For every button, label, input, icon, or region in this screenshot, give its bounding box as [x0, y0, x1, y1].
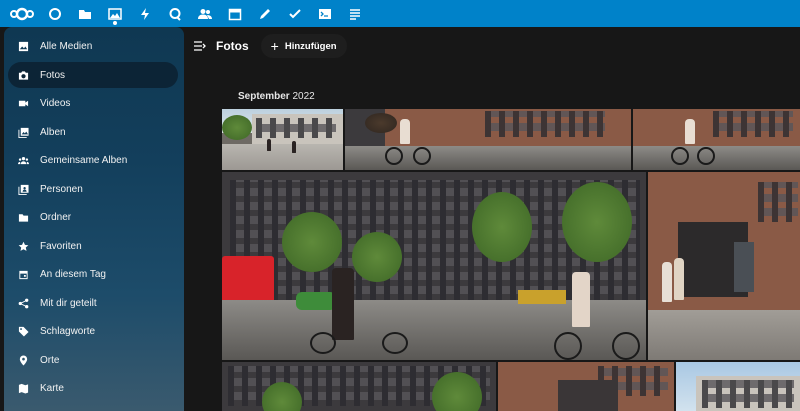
- photo-thumbnail[interactable]: [498, 362, 674, 411]
- album-icon: [16, 125, 30, 139]
- sidebar-item-orte[interactable]: Orte: [8, 347, 178, 373]
- sidebar-item-alle-medien[interactable]: Alle Medien: [8, 34, 178, 60]
- sidebar-item-label: Karte: [40, 383, 64, 394]
- photo-thumbnail[interactable]: [222, 109, 343, 170]
- sidebar-item-personen[interactable]: Personen: [8, 176, 178, 202]
- location-icon: [16, 353, 30, 367]
- section-month: September: [238, 91, 290, 102]
- text-icon[interactable]: [340, 0, 370, 27]
- sidebar-item-label: Favoriten: [40, 240, 82, 252]
- sidebar-item-mit-dir-geteilt[interactable]: Mit dir geteilt: [8, 290, 178, 316]
- toggle-navigation-button[interactable]: [184, 27, 216, 65]
- add-button[interactable]: + Hinzufügen: [260, 34, 347, 58]
- sidebar-item-ordner[interactable]: Ordner: [8, 205, 178, 231]
- talk-icon[interactable]: [160, 0, 190, 27]
- tag-icon: [16, 325, 30, 339]
- calendar-icon[interactable]: [220, 0, 250, 27]
- page-title: Fotos: [216, 39, 249, 53]
- folder-icon: [16, 211, 30, 225]
- page-header: Fotos + Hinzufügen: [184, 27, 800, 65]
- month-section-heading: September 2022: [238, 91, 315, 102]
- camera-icon: [16, 68, 30, 82]
- nextcloud-logo-icon[interactable]: [4, 0, 40, 27]
- sidebar-item-label: Personen: [40, 183, 83, 195]
- photos-icon[interactable]: [100, 0, 130, 27]
- dashboard-icon[interactable]: [40, 0, 70, 27]
- share-icon: [16, 296, 30, 310]
- sidebar-item-label: Schlagworte: [40, 326, 96, 337]
- notes-icon[interactable]: [250, 0, 280, 27]
- calendar-day-icon: [16, 268, 30, 282]
- sidebar-item-label: An diesem Tag: [40, 269, 106, 280]
- photo-thumbnail[interactable]: [676, 362, 800, 411]
- menu-collapse-icon: [194, 41, 206, 51]
- sidebar-item-schlagworte[interactable]: Schlagworte: [8, 319, 178, 345]
- photo-thumbnail[interactable]: [222, 362, 496, 411]
- photo-thumbnail[interactable]: [648, 172, 800, 360]
- star-icon: [16, 239, 30, 253]
- main-content: Fotos + Hinzufügen September 2022: [184, 27, 800, 411]
- plus-icon: +: [270, 38, 279, 54]
- photo-thumbnail[interactable]: [345, 109, 631, 170]
- sidebar-item-label: Alben: [40, 126, 66, 138]
- sidebar-item-favoriten[interactable]: Favoriten: [8, 233, 178, 259]
- photo-thumbnail[interactable]: [222, 172, 646, 360]
- sidebar-item-karte[interactable]: Karte: [8, 376, 178, 402]
- activity-icon[interactable]: [130, 0, 160, 27]
- terminal-icon[interactable]: [310, 0, 340, 27]
- image-icon: [16, 40, 30, 54]
- sidebar-item-label: Fotos: [40, 69, 66, 81]
- video-icon: [16, 97, 30, 111]
- add-button-label: Hinzufügen: [284, 40, 337, 52]
- contacts-icon[interactable]: [190, 0, 220, 27]
- app-header: [0, 0, 800, 27]
- sidebar-item-label: Videos: [40, 98, 71, 109]
- shared-album-icon: [16, 154, 30, 168]
- sidebar-item-label: Alle Medien: [40, 41, 93, 52]
- people-icon: [16, 182, 30, 196]
- sidebar-item-label: Ordner: [40, 212, 72, 223]
- sidebar-item-fotos[interactable]: Fotos: [8, 62, 178, 88]
- sidebar-item-label: Orte: [40, 354, 60, 366]
- photo-thumbnail[interactable]: [633, 109, 800, 170]
- navigation-sidebar: Alle Medien Fotos Videos Alben Gemeinsam…: [4, 27, 184, 411]
- sidebar-item-videos[interactable]: Videos: [8, 91, 178, 117]
- sidebar-item-alben[interactable]: Alben: [8, 119, 178, 145]
- sidebar-item-label: Mit dir geteilt: [40, 297, 97, 309]
- sidebar-item-an-diesem-tag[interactable]: An diesem Tag: [8, 262, 178, 288]
- tasks-icon[interactable]: [280, 0, 310, 27]
- map-icon: [16, 382, 30, 396]
- files-icon[interactable]: [70, 0, 100, 27]
- sidebar-item-label: Gemeinsame Alben: [40, 155, 128, 166]
- sidebar-item-gemeinsame-alben[interactable]: Gemeinsame Alben: [8, 148, 178, 174]
- section-year: 2022: [292, 91, 315, 102]
